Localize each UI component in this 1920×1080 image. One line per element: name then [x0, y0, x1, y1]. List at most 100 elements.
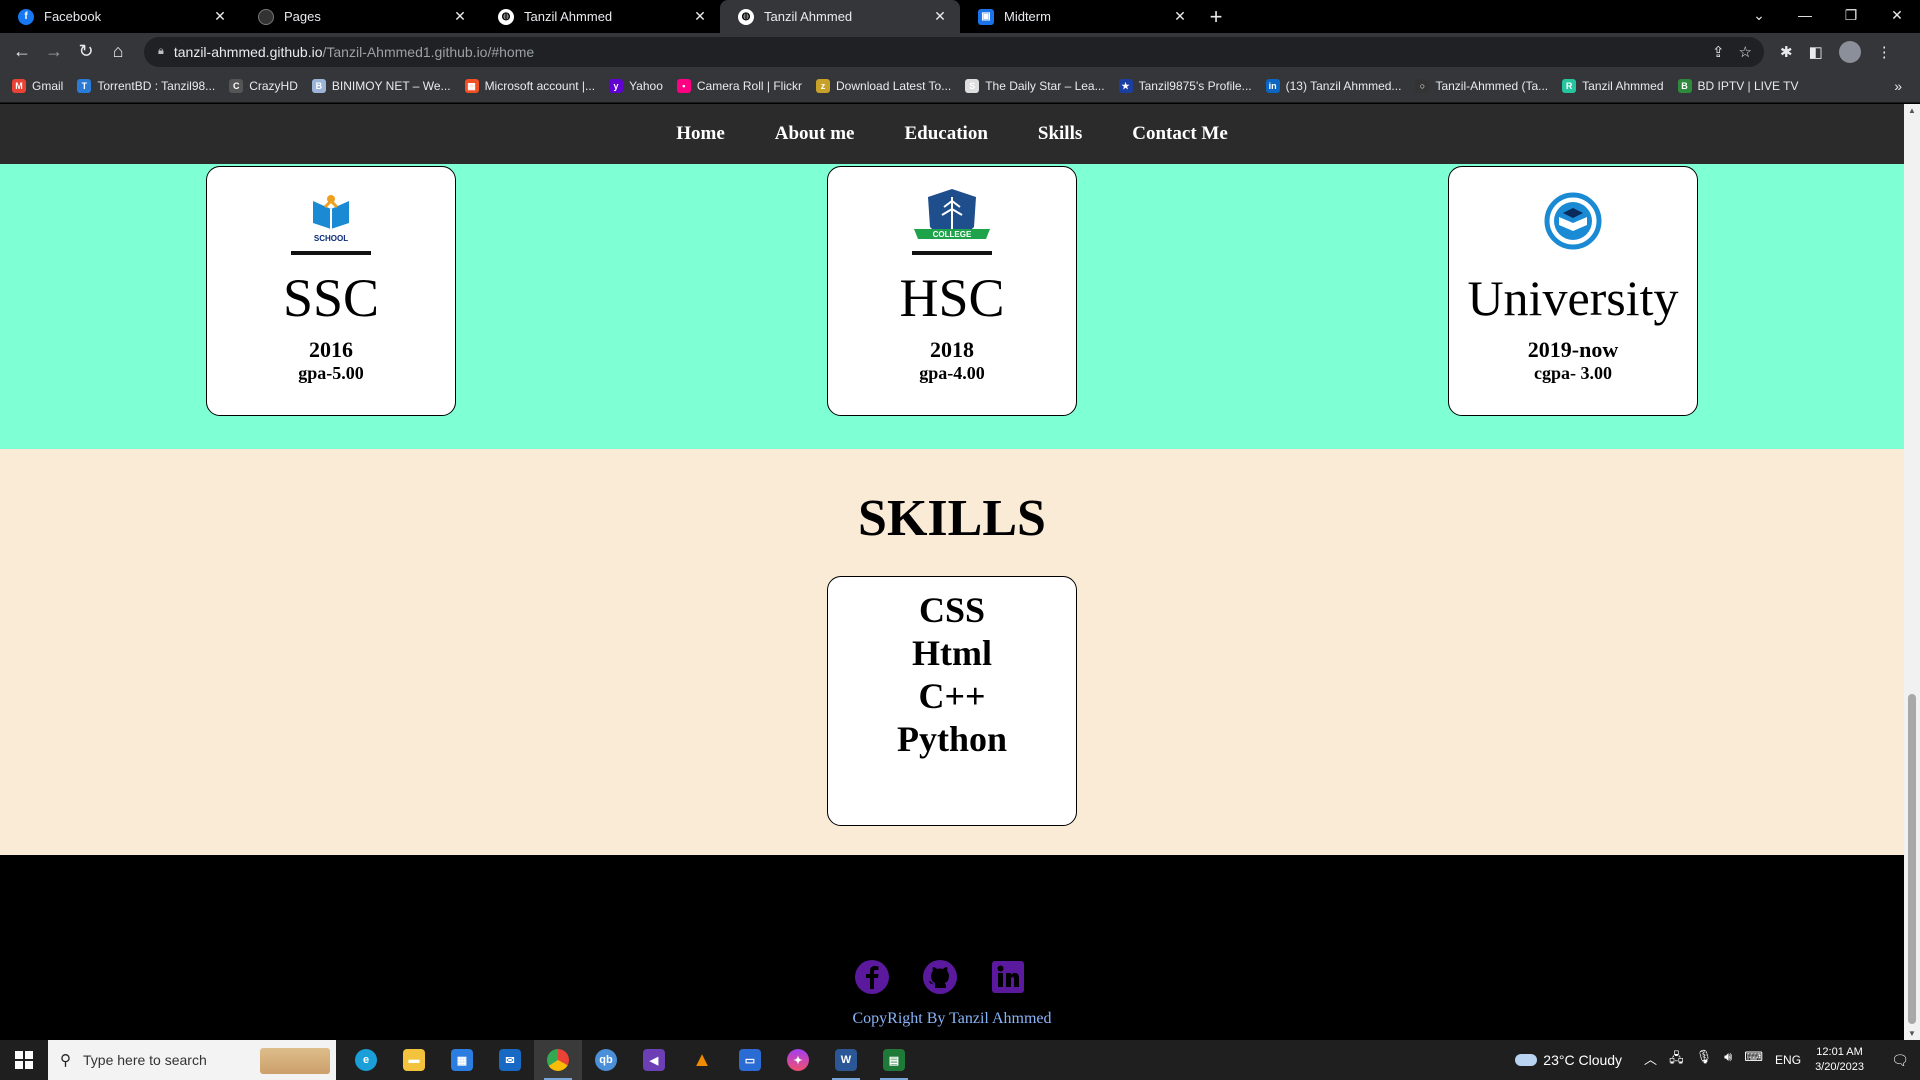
- taskbar-search[interactable]: ⚲ Type here to search: [48, 1040, 336, 1080]
- visual-studio-icon[interactable]: ◀: [630, 1040, 678, 1080]
- restore-icon[interactable]: ❐: [1828, 0, 1874, 33]
- tab-tanzil-active[interactable]: ◍ Tanzil Ahmmed ✕: [720, 0, 960, 33]
- close-icon[interactable]: ✕: [1172, 8, 1188, 25]
- messenger-icon[interactable]: ✦: [774, 1040, 822, 1080]
- tab-tanzil-1[interactable]: ◍ Tanzil Ahmmed ✕: [480, 0, 720, 33]
- side-panel-icon[interactable]: ◧: [1809, 43, 1823, 61]
- bookmark-item[interactable]: S The Daily Star – Lea...: [965, 79, 1105, 93]
- file-explorer-icon[interactable]: ▬: [390, 1040, 438, 1080]
- copyright-text: CopyRight By Tanzil Ahmmed: [852, 1010, 1052, 1027]
- start-button[interactable]: [0, 1040, 48, 1080]
- svg-text:COLLEGE: COLLEGE: [933, 230, 972, 239]
- chevron-up-icon[interactable]: ︿: [1644, 1049, 1657, 1071]
- linkedin-icon[interactable]: [988, 957, 1028, 997]
- lock-icon[interactable]: 🔒︎: [158, 45, 164, 58]
- scroll-up-icon[interactable]: ▲: [1908, 106, 1916, 115]
- bookmark-item[interactable]: y Yahoo: [609, 79, 663, 93]
- close-icon[interactable]: ✕: [692, 8, 708, 25]
- notepad-app-icon[interactable]: ▤: [870, 1040, 918, 1080]
- bookmark-item[interactable]: B BD IPTV | LIVE TV: [1677, 79, 1799, 93]
- chrome-icon[interactable]: [534, 1040, 582, 1080]
- back-icon[interactable]: ←: [6, 41, 38, 62]
- svg-text:SCHOOL: SCHOOL: [314, 234, 348, 243]
- skills-card: CSS Html C++ Python: [827, 576, 1077, 826]
- bookmark-label: (13) Tanzil Ahmmed...: [1285, 79, 1402, 93]
- language-indicator[interactable]: ENG: [1775, 1053, 1801, 1067]
- volume-icon[interactable]: 🔊︎: [1724, 1049, 1732, 1071]
- profile-avatar[interactable]: [1838, 40, 1861, 63]
- education-card-hsc: COLLEGE HSC 2018 gpa-4.00: [827, 166, 1077, 416]
- microphone-icon[interactable]: 🎙︎: [1696, 1049, 1713, 1071]
- close-icon[interactable]: ✕: [452, 8, 468, 25]
- bookmark-item[interactable]: R Tanzil Ahmmed: [1562, 79, 1664, 93]
- tab-title: Facebook: [44, 9, 102, 24]
- tab-title: Tanzil Ahmmed: [764, 9, 853, 24]
- tab-facebook[interactable]: f Facebook ✕: [0, 0, 240, 33]
- nav-contact-me[interactable]: Contact Me: [1132, 123, 1228, 145]
- url-host: tanzil-ahmmed.github.io: [173, 43, 323, 60]
- close-icon[interactable]: ✕: [212, 8, 228, 25]
- close-icon[interactable]: ✕: [932, 8, 948, 25]
- page-scrollbar[interactable]: ▲ ▼: [1904, 104, 1920, 1040]
- bookmark-item[interactable]: ○ Tanzil-Ahmmed (Ta...: [1415, 79, 1548, 93]
- bookmark-item[interactable]: ★ Tanzil9875's Profile...: [1118, 79, 1252, 93]
- forward-icon[interactable]: →: [38, 41, 70, 62]
- skill-item: C++: [918, 676, 986, 716]
- weather-widget[interactable]: 23°C Cloudy: [1515, 1052, 1622, 1068]
- tab-pages[interactable]: Pages ✕: [240, 0, 480, 33]
- new-tab-button[interactable]: +: [1200, 0, 1232, 33]
- nav-education[interactable]: Education: [904, 123, 987, 145]
- share-icon[interactable]: ⇪: [1712, 43, 1725, 61]
- reload-icon[interactable]: ↻: [70, 41, 102, 62]
- bookmark-label: The Daily Star – Lea...: [985, 79, 1105, 93]
- address-bar[interactable]: 🔒︎ tanzil-ahmmed.github.io /Tanzil-Ahmme…: [144, 36, 1764, 67]
- bookmark-item[interactable]: M Gmail: [12, 79, 63, 93]
- bookmark-item[interactable]: T TorrentBD : Tanzil98...: [77, 79, 215, 93]
- store-icon[interactable]: ▦: [438, 1040, 486, 1080]
- bookmark-item[interactable]: ▦ Microsoft account |...: [464, 79, 595, 93]
- home-icon[interactable]: ⌂: [102, 41, 134, 62]
- bookmark-item[interactable]: B BINIMOY NET – We...: [311, 79, 451, 93]
- more-bookmarks-icon[interactable]: »: [1894, 78, 1902, 94]
- degree-title: HSC: [899, 268, 1005, 328]
- bookmark-item[interactable]: • Camera Roll | Flickr: [676, 79, 802, 93]
- extensions-icon[interactable]: ✱: [1780, 43, 1793, 61]
- menu-icon[interactable]: ⋮: [1877, 43, 1892, 61]
- bookmark-item[interactable]: in (13) Tanzil Ahmmed...: [1265, 79, 1402, 93]
- minimize-icon[interactable]: —: [1782, 0, 1828, 33]
- vlc-icon[interactable]: ▲: [678, 1040, 726, 1080]
- notifications-icon[interactable]: 🗨︎: [1880, 1052, 1920, 1069]
- facebook-icon[interactable]: [852, 957, 892, 997]
- monitor-app-icon[interactable]: ▭: [726, 1040, 774, 1080]
- nav-home[interactable]: Home: [676, 123, 725, 145]
- skills-section: SKILLS CSS Html C++ Python: [0, 449, 1904, 855]
- url-path: /Tanzil-Ahmmed1.github.io/#home: [322, 43, 535, 60]
- site-footer: CopyRight By Tanzil Ahmmed: [0, 855, 1904, 1040]
- tab-search-icon[interactable]: ⌄: [1736, 0, 1782, 33]
- close-window-icon[interactable]: ✕: [1874, 0, 1920, 33]
- keyboard-icon[interactable]: ⌨: [1744, 1049, 1763, 1071]
- word-icon[interactable]: W: [822, 1040, 870, 1080]
- bookmark-favicon-icon: z: [816, 79, 831, 93]
- nav-about-me[interactable]: About me: [775, 123, 855, 145]
- bookmark-item[interactable]: C CrazyHD: [229, 79, 298, 93]
- mail-icon[interactable]: ✉: [486, 1040, 534, 1080]
- bookmark-label: BINIMOY NET – We...: [331, 79, 451, 93]
- bookmark-star-icon[interactable]: ☆: [1739, 43, 1752, 61]
- bookmark-item[interactable]: z Download Latest To...: [816, 79, 951, 93]
- github-icon[interactable]: [920, 957, 960, 997]
- scrollbar-thumb[interactable]: [1908, 694, 1916, 1024]
- bookmarks-bar: M Gmail T TorrentBD : Tanzil98... C CrazyHD B B…: [0, 70, 1920, 103]
- scroll-down-icon[interactable]: ▼: [1908, 1029, 1916, 1038]
- nav-skills[interactable]: Skills: [1038, 123, 1082, 145]
- bookmark-label: BD IPTV | LIVE TV: [1697, 79, 1799, 93]
- bookmark-favicon-icon: M: [12, 79, 26, 93]
- weather-text: 23°C Cloudy: [1543, 1052, 1623, 1068]
- edge-icon[interactable]: e: [342, 1040, 390, 1080]
- education-section: SCHOOL SSC 2016 gpa-5.00 COLLEGE HSC 201…: [0, 164, 1904, 449]
- tab-midterm[interactable]: ▣ Midterm ✕: [960, 0, 1200, 33]
- qbittorrent-icon[interactable]: qb: [582, 1040, 630, 1080]
- browser-toolbar: ← → ↻ ⌂ 🔒︎ tanzil-ahmmed.github.io /Tanz…: [0, 33, 1920, 70]
- network-icon[interactable]: 🖧︎: [1669, 1049, 1684, 1071]
- clock[interactable]: 12:01 AM 3/20/2023: [1815, 1045, 1864, 1075]
